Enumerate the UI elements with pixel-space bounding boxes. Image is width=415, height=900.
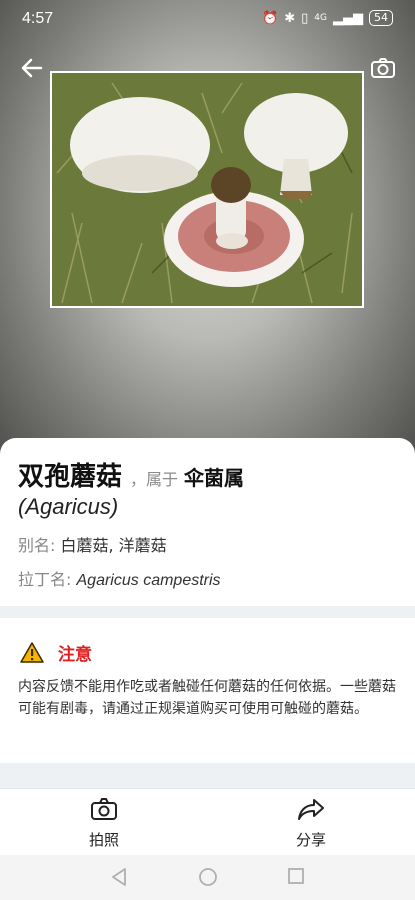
share-label: 分享	[295, 831, 326, 849]
system-nav-bar	[0, 855, 415, 900]
latin-name-row: 拉丁名: Agaricus campestris	[18, 566, 221, 590]
bottom-action-bar: 拍照 分享	[0, 788, 415, 856]
alias-row: 别名: 白蘑菇, 洋蘑菇	[18, 532, 167, 556]
network-label: 4G	[314, 13, 327, 23]
latin-name-label: 拉丁名:	[18, 570, 72, 589]
status-icons: ⏰ ✱ ▯ 4G ▂▄▆ 54	[262, 10, 393, 26]
mushroom-illustration	[52, 73, 362, 306]
status-bar: 4:57 ⏰ ✱ ▯ 4G ▂▄▆ 54	[0, 0, 415, 38]
alarm-icon: ⏰	[262, 10, 279, 26]
title-row: 双孢蘑菇 ，属于 伞菌属	[18, 456, 244, 493]
share-icon	[298, 799, 324, 820]
share-button[interactable]: 分享	[256, 797, 366, 850]
alias-label: 别名:	[18, 536, 56, 555]
camera-icon	[371, 58, 395, 78]
notice-header: 注意	[20, 640, 92, 665]
species-info-card: 双孢蘑菇 ，属于 伞菌属 (Agaricus) 别名: 白蘑菇, 洋蘑菇 拉丁名…	[0, 438, 415, 613]
section-divider	[0, 606, 415, 618]
signal-icon: ▂▄▆	[333, 10, 363, 26]
camera-icon	[91, 798, 117, 820]
back-arrow-icon	[21, 58, 43, 78]
back-button[interactable]	[16, 52, 48, 84]
camera-button[interactable]	[367, 52, 399, 84]
section-divider-bottom	[0, 763, 415, 788]
belongs-to-label: ，属于	[130, 470, 179, 489]
notice-title: 注意	[58, 645, 92, 665]
nav-home-icon[interactable]	[198, 867, 218, 887]
take-photo-button[interactable]: 拍照	[49, 797, 159, 850]
warning-icon	[20, 642, 44, 663]
notice-text: 内容反馈不能用作吃或者触碰任何蘑菇的任何依据。一些蘑菇可能有剧毒，请通过正规渠道…	[18, 679, 396, 717]
latin-name-value: Agaricus campestris	[76, 572, 221, 589]
notice-section: 注意 内容反馈不能用作吃或者触碰任何蘑菇的任何依据。一些蘑菇可能有剧毒，请通过正…	[0, 618, 415, 763]
vibrate-icon: ▯	[301, 10, 309, 26]
status-time: 4:57	[22, 10, 54, 27]
species-name: 双孢蘑菇	[18, 462, 123, 492]
mushroom-photo[interactable]	[50, 71, 364, 308]
alias-value: 白蘑菇, 洋蘑菇	[60, 536, 167, 555]
genus-name[interactable]: 伞菌属	[184, 462, 244, 491]
nav-recents-icon[interactable]	[287, 867, 305, 885]
take-photo-label: 拍照	[88, 831, 119, 849]
battery-indicator: 54	[369, 10, 393, 26]
genus-latin-name: (Agaricus)	[18, 494, 119, 519]
bluetooth-icon: ✱	[284, 10, 296, 26]
nav-back-icon[interactable]	[110, 867, 128, 887]
